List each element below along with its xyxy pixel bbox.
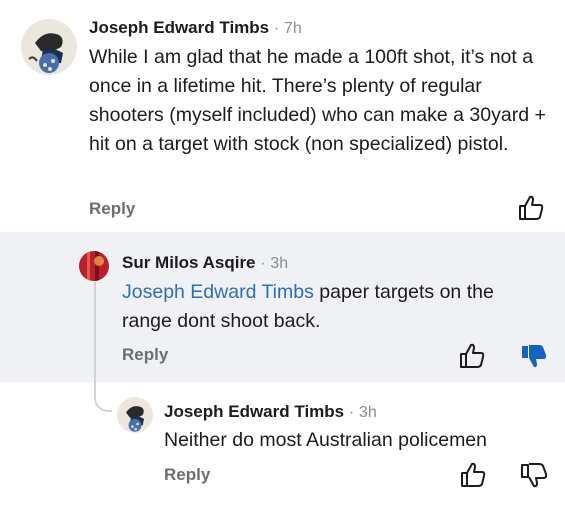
author-name[interactable]: Sur Milos Asqire <box>122 253 256 272</box>
timestamp[interactable]: 3h <box>270 255 288 272</box>
timestamp[interactable]: 3h <box>359 404 377 421</box>
avatar[interactable] <box>79 251 109 281</box>
author-name[interactable]: Joseph Edward Timbs <box>89 18 269 37</box>
thread-connector <box>94 382 112 412</box>
thumbs-up-icon[interactable] <box>458 460 488 490</box>
red-abstract-avatar-icon <box>79 251 109 281</box>
ukiyo-e-avatar-icon <box>117 397 153 433</box>
thread-line <box>94 282 96 382</box>
avatar[interactable] <box>21 19 77 75</box>
thumbs-up-icon[interactable] <box>457 341 487 371</box>
comment-reply: Joseph Edward Timbs · 3h Neither do most… <box>0 382 565 510</box>
thumbs-down-icon[interactable] <box>519 460 549 490</box>
author-name[interactable]: Joseph Edward Timbs <box>164 402 344 421</box>
timestamp[interactable]: 7h <box>284 20 302 37</box>
comment-reply: Sur Milos Asqire · 3h Joseph Edward Timb… <box>0 232 565 382</box>
thumbs-down-icon-filled[interactable] <box>519 341 549 371</box>
reply-button[interactable]: Reply <box>122 345 168 365</box>
author-line: Joseph Edward Timbs · 7h <box>89 18 302 38</box>
author-line: Sur Milos Asqire · 3h <box>122 253 288 273</box>
separator: · <box>260 255 266 272</box>
comment: Joseph Edward Timbs · 7h While I am glad… <box>0 0 565 232</box>
separator: · <box>348 404 355 421</box>
avatar[interactable] <box>117 397 153 433</box>
mention-link[interactable]: Joseph Edward Timbs <box>122 281 314 303</box>
ukiyo-e-avatar-icon <box>21 19 77 75</box>
comment-text: Joseph Edward Timbs paper targets on the… <box>122 278 542 336</box>
comment-text: Neither do most Australian policemen <box>164 429 487 451</box>
separator: · <box>273 20 280 37</box>
comment-text: While I am glad that he made a 100ft sho… <box>89 46 546 155</box>
thumbs-up-icon[interactable] <box>516 193 546 223</box>
author-line: Joseph Edward Timbs · 3h <box>164 402 377 422</box>
reply-button[interactable]: Reply <box>89 199 135 219</box>
reply-button[interactable]: Reply <box>164 465 210 485</box>
